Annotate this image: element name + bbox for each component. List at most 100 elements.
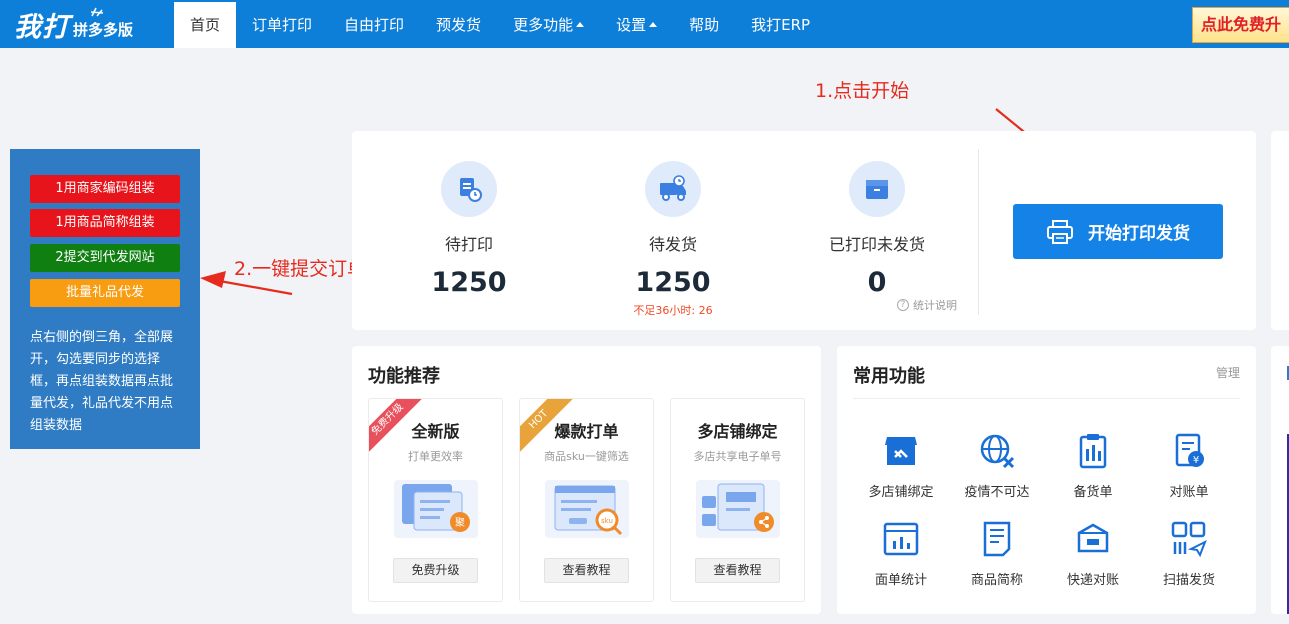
app-logo[interactable]: 我打 拼多多版 xyxy=(14,5,133,44)
delivery-truck-icon xyxy=(645,161,701,217)
submit-dropship-button[interactable]: 2提交到代发网站 xyxy=(30,244,180,272)
func-store-bind[interactable]: 多店铺绑定 xyxy=(853,431,949,500)
nav-home-label: 首页 xyxy=(190,16,221,34)
sku-filter-illustration-icon: sku xyxy=(544,480,629,538)
scan-send-icon xyxy=(1171,521,1207,558)
helper-note: 点右侧的倒三角，全部展开，勾选要同步的选择框，再点组装数据再点批量代发，礼品代发… xyxy=(30,330,174,433)
package-box-icon xyxy=(849,161,905,217)
nav-order-print-label: 订单打印 xyxy=(252,16,313,34)
func-scan-ship[interactable]: 扫描发货 xyxy=(1141,519,1237,588)
stock-list-icon xyxy=(1079,434,1107,469)
common-functions-card: 常用功能 管理 多店铺绑定 疫情不可达 备货单 ¥ 对账单 面单统计 商品简称 … xyxy=(837,346,1256,614)
func-waybill-stats[interactable]: 面单统计 xyxy=(853,519,949,588)
feature-multi-store[interactable]: 多店铺绑定 多店共享电子单号 查看教程 xyxy=(670,398,805,602)
nav-help-label: 帮助 xyxy=(689,16,720,34)
start-print-ship-label: 开始打印发货 xyxy=(1088,224,1190,244)
side-card-partial xyxy=(1271,131,1289,330)
section-title: 功能推荐 xyxy=(368,366,440,387)
feature-recommend-card: 功能推荐 免费升级 全新版 打单更效率 聚 免费升级 HOT 爆款打单 商品sk… xyxy=(352,346,821,614)
free-upgrade-button[interactable]: 免费升级 xyxy=(393,558,478,583)
manage-link[interactable]: 管理 xyxy=(1216,364,1240,381)
stat-value: 0 xyxy=(867,267,887,298)
illustration-badge: sku xyxy=(601,517,613,525)
nav-more-features-label: 更多功能 xyxy=(513,16,574,34)
stats-card: 待打印 1250 待发货 1250 不足36小时: 26 已打印未发货 0 ? … xyxy=(352,131,1256,330)
func-label: 商品简称 xyxy=(970,573,1023,588)
batch-gift-dropship-button[interactable]: 批量礼品代发 xyxy=(30,279,180,307)
func-label: 扫描发货 xyxy=(1162,573,1215,588)
func-statement[interactable]: ¥ 对账单 xyxy=(1141,431,1237,500)
stat-urgent-note[interactable]: 不足36小时: 26 xyxy=(593,302,753,318)
stat-label: 待打印 xyxy=(444,235,493,254)
stat-value: 1250 xyxy=(635,267,711,298)
func-label: 对账单 xyxy=(1169,485,1209,500)
logo-sub-text: 拼多多版 xyxy=(73,21,134,39)
stat-value: 1250 xyxy=(431,267,507,298)
nav-free-print[interactable]: 自由打印 xyxy=(328,2,420,48)
func-express-reconcile[interactable]: 快递对账 xyxy=(1045,519,1141,588)
start-print-ship-button[interactable]: 开始打印发货 xyxy=(1013,204,1223,259)
store-bind-illustration-icon xyxy=(695,480,780,538)
feature-subtitle: 多店共享电子单号 xyxy=(693,450,782,463)
illustration-badge: 聚 xyxy=(455,517,465,529)
nav-pre-ship[interactable]: 预发货 xyxy=(420,2,497,48)
side-card-partial xyxy=(1271,346,1289,614)
func-label: 快递对账 xyxy=(1066,573,1119,588)
product-doc-icon xyxy=(983,521,1011,557)
feature-new-version[interactable]: 免费升级 全新版 打单更效率 聚 免费升级 xyxy=(368,398,503,602)
view-tutorial-button[interactable]: 查看教程 xyxy=(544,558,629,583)
feature-hot-orders[interactable]: HOT 爆款打单 商品sku一键筛选 sku 查看教程 xyxy=(519,398,654,602)
stats-help-label: 统计说明 xyxy=(913,299,957,312)
logo-spark-icon xyxy=(90,7,104,17)
express-box-icon xyxy=(1077,523,1109,553)
logo-main-text: 我打 xyxy=(14,12,70,43)
stat-label: 已打印未发货 xyxy=(828,235,925,254)
free-upgrade-promo[interactable]: 点此免费升 xyxy=(1192,7,1289,43)
stats-help-link[interactable]: ? 统计说明 xyxy=(897,297,957,313)
nav-erp-label: 我打ERP xyxy=(751,16,811,34)
annotation-step1: 1.点击开始 xyxy=(815,80,910,102)
nav-settings[interactable]: 设置 xyxy=(600,2,673,48)
print-pending-icon xyxy=(441,161,497,217)
nav-help[interactable]: 帮助 xyxy=(673,2,735,48)
nav-pre-ship-label: 预发货 xyxy=(436,16,482,34)
stat-printed-not-shipped[interactable]: 已打印未发货 0 xyxy=(797,161,957,298)
feature-title: 多店铺绑定 xyxy=(697,422,778,441)
helper-panel: 1用商家编码组装 1用商品简称组装 2提交到代发网站 批量礼品代发 点右侧的倒三… xyxy=(10,149,200,449)
nav-home[interactable]: 首页 xyxy=(174,2,237,48)
main-nav: 首页 订单打印 自由打印 预发货 更多功能 设置 帮助 我打ERP xyxy=(174,2,826,48)
store-bind-icon xyxy=(885,437,917,465)
section-title: 常用功能 xyxy=(853,366,925,387)
nav-erp[interactable]: 我打ERP xyxy=(735,2,826,48)
caret-up-icon xyxy=(576,22,585,27)
printer-icon xyxy=(1047,219,1073,244)
func-label: 疫情不可达 xyxy=(964,485,1030,500)
stat-to-print[interactable]: 待打印 1250 xyxy=(389,161,549,298)
nav-more-features[interactable]: 更多功能 xyxy=(497,2,600,48)
func-label: 多店铺绑定 xyxy=(868,485,934,500)
chart-stats-icon xyxy=(883,522,919,556)
divider xyxy=(978,149,979,315)
arrow-annotation-icon xyxy=(200,271,293,296)
nav-settings-label: 设置 xyxy=(616,16,647,34)
assemble-by-merchant-code-button[interactable]: 1用商家编码组装 xyxy=(30,175,180,203)
feature-subtitle: 商品sku一键筛选 xyxy=(544,450,629,463)
func-product-shortname[interactable]: 商品简称 xyxy=(949,519,1045,588)
globe-blocked-icon xyxy=(980,434,1015,469)
func-stock-list[interactable]: 备货单 xyxy=(1045,431,1141,500)
caret-up-icon xyxy=(649,22,658,27)
feature-subtitle: 打单更效率 xyxy=(408,450,463,463)
stat-label: 待发货 xyxy=(648,235,697,254)
view-tutorial-button[interactable]: 查看教程 xyxy=(695,558,780,583)
question-icon: ? xyxy=(897,299,909,311)
upgrade-illustration-icon: 聚 xyxy=(393,480,478,538)
nav-order-print[interactable]: 订单打印 xyxy=(236,2,328,48)
func-epidemic-unreachable[interactable]: 疫情不可达 xyxy=(949,431,1045,500)
stat-to-ship[interactable]: 待发货 1250 不足36小时: 26 xyxy=(593,161,753,318)
nav-free-print-label: 自由打印 xyxy=(344,16,405,34)
func-label: 备货单 xyxy=(1073,485,1113,500)
func-label: 面单统计 xyxy=(874,573,927,588)
divider xyxy=(853,398,1240,399)
bill-yuan-icon: ¥ xyxy=(1175,433,1204,467)
assemble-by-short-name-button[interactable]: 1用商品简称组装 xyxy=(30,209,180,237)
